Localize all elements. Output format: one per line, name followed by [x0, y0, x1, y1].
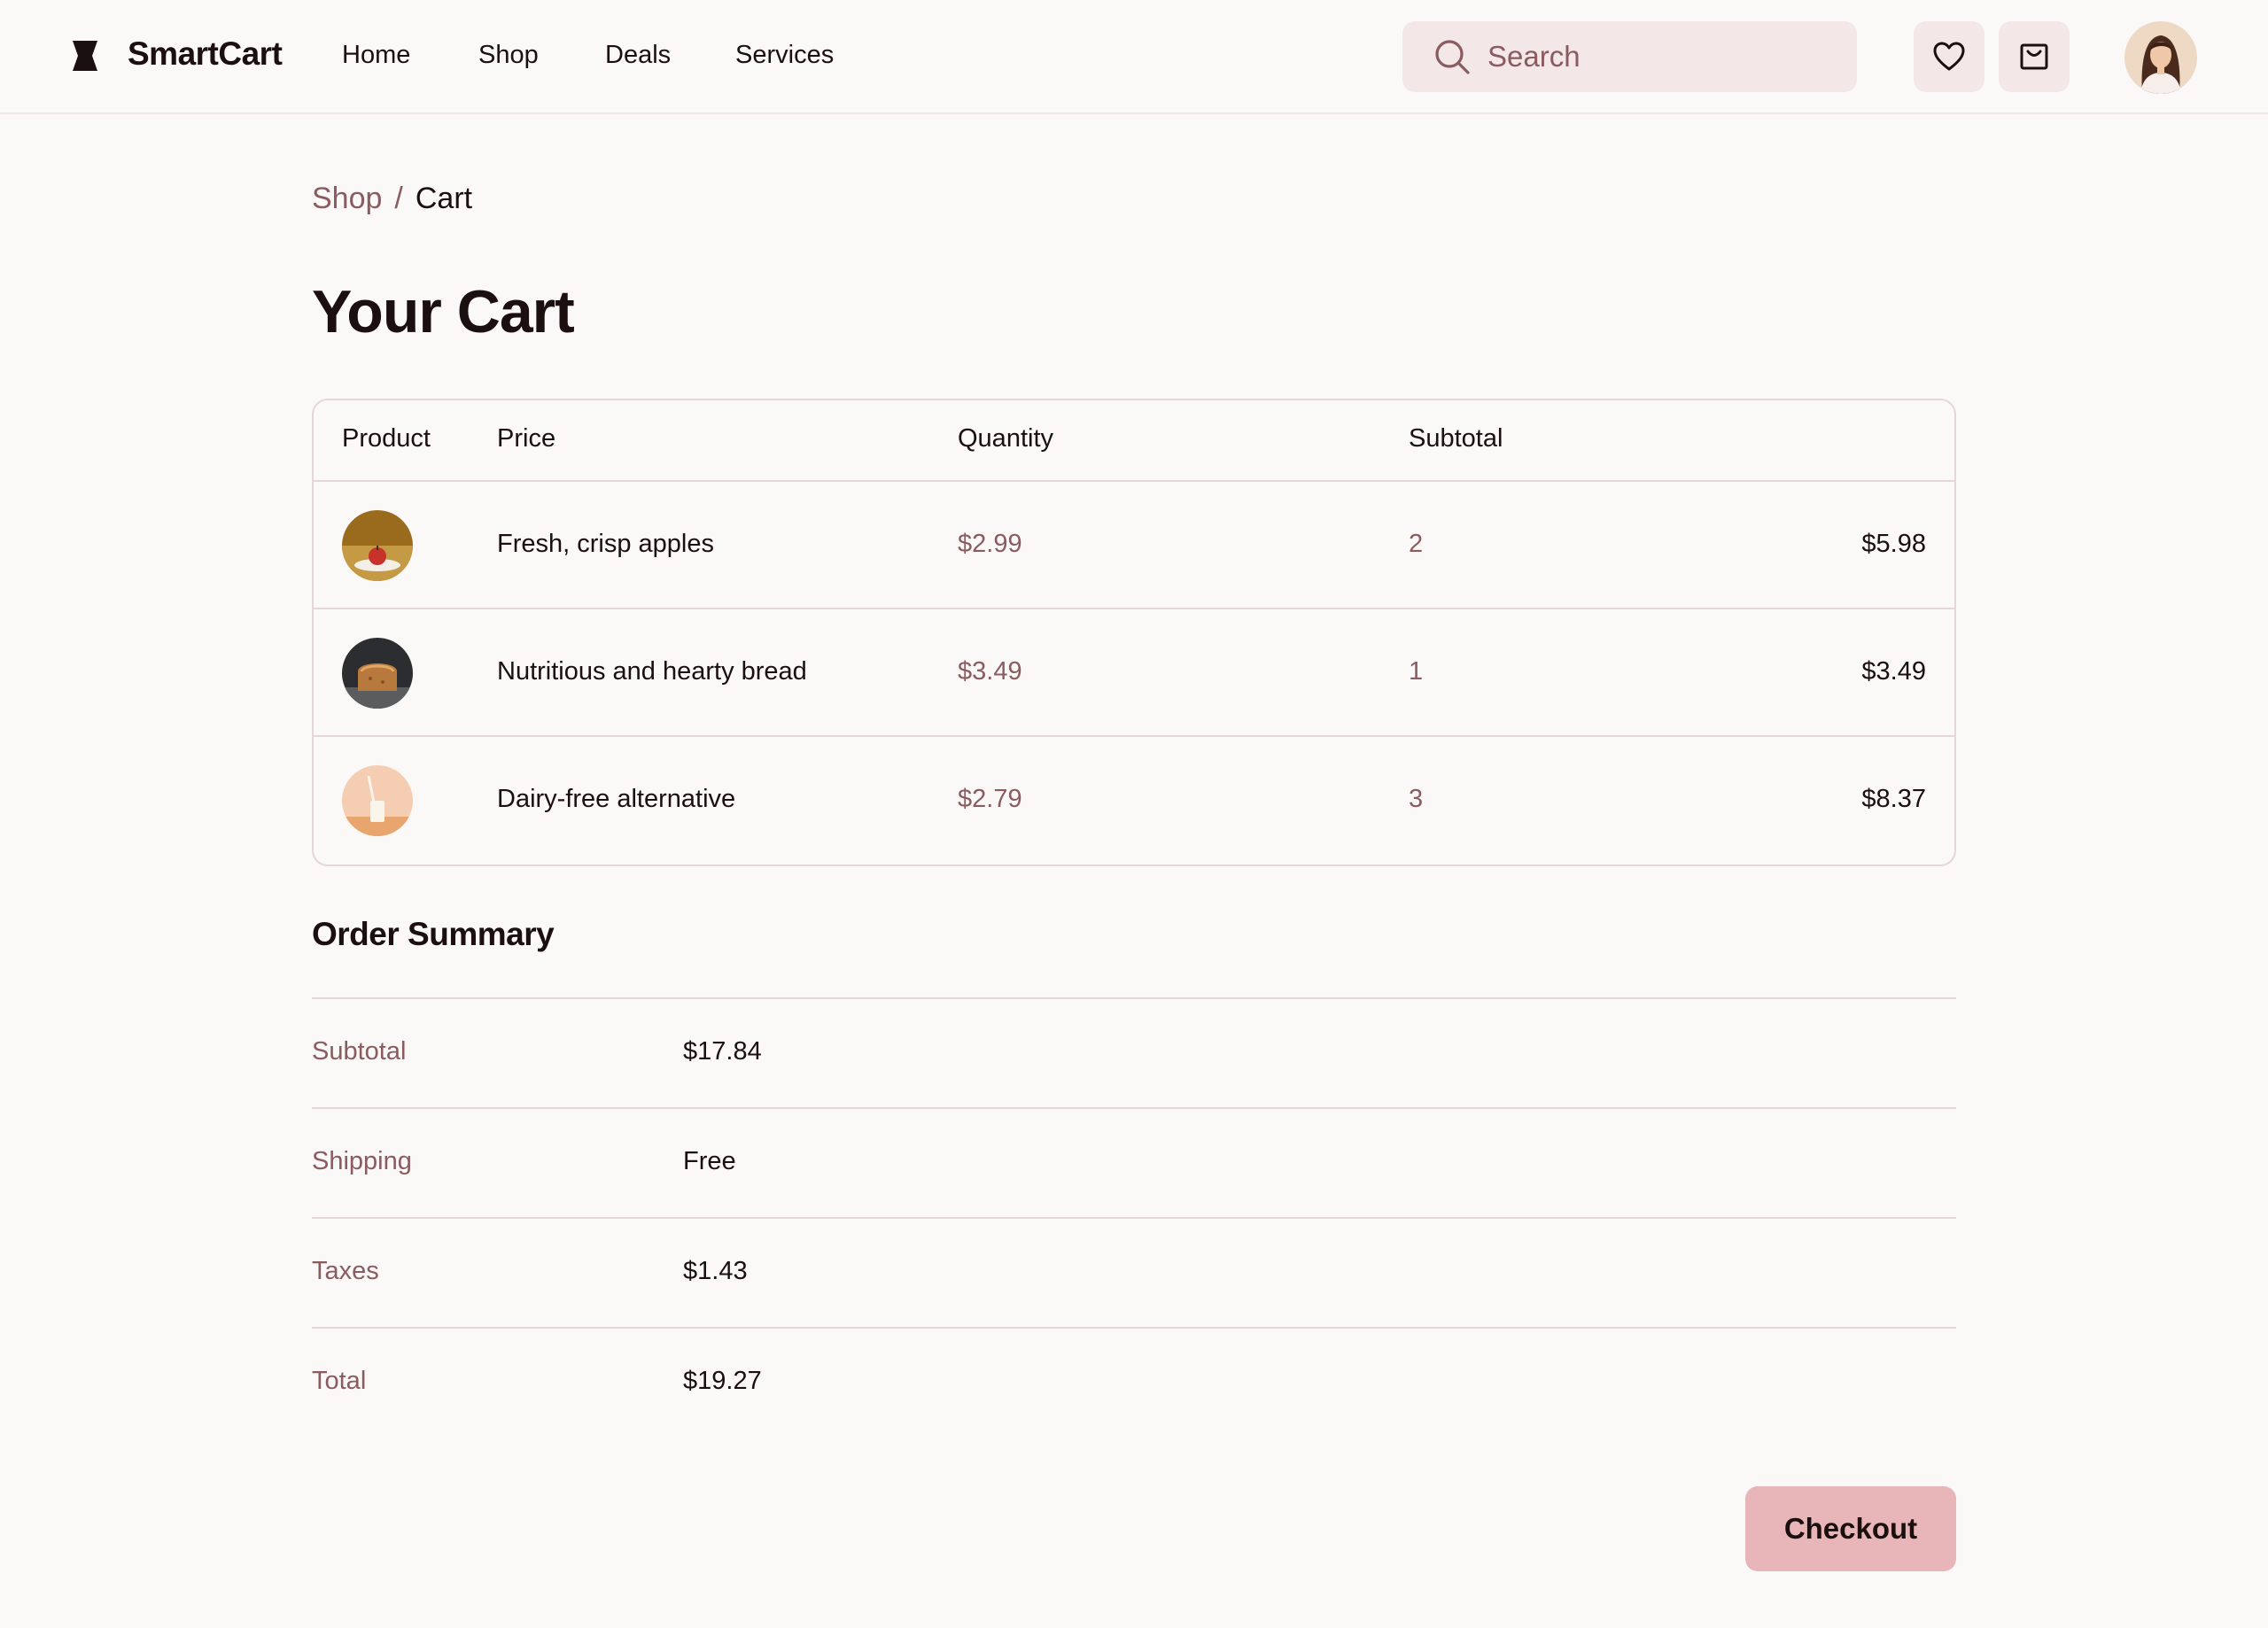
search-icon	[1435, 40, 1470, 74]
summary-value: $19.27	[683, 1367, 762, 1395]
search-input[interactable]	[1487, 21, 1842, 92]
cart-button[interactable]	[1999, 21, 2070, 92]
summary-row-subtotal: Subtotal $17.84	[312, 997, 1956, 1107]
nav-services[interactable]: Services	[735, 41, 834, 70]
order-summary-title: Order Summary	[312, 916, 555, 952]
cart-table: Product Price Quantity Subtotal Fresh, c…	[312, 399, 1956, 866]
breadcrumb-separator: /	[394, 182, 403, 215]
product-price: $3.49	[958, 657, 1022, 686]
column-product: Product	[342, 424, 431, 453]
cart-icon	[2020, 43, 2048, 70]
summary-label: Total	[312, 1367, 367, 1395]
table-header: Product Price Quantity Subtotal	[314, 400, 1954, 482]
search-box[interactable]	[1402, 21, 1857, 92]
product-image-milk	[342, 765, 413, 836]
nav-deals[interactable]: Deals	[605, 41, 671, 70]
product-name: Nutritious and hearty bread	[497, 657, 807, 686]
user-avatar[interactable]	[2124, 21, 2197, 94]
product-subtotal: $3.49	[1861, 657, 1926, 686]
nav-shop[interactable]: Shop	[478, 41, 539, 70]
table-row[interactable]: Fresh, crisp apples $2.99 2 $5.98	[314, 482, 1954, 609]
product-subtotal: $8.37	[1861, 785, 1926, 813]
summary-label: Taxes	[312, 1257, 379, 1285]
summary-row-taxes: Taxes $1.43	[312, 1217, 1956, 1327]
summary-value: $1.43	[683, 1257, 748, 1285]
nav-home[interactable]: Home	[342, 41, 410, 70]
breadcrumb: Shop / Cart	[312, 182, 472, 216]
brand-name: SmartCart	[128, 35, 283, 72]
column-subtotal: Subtotal	[1409, 424, 1503, 453]
summary-label: Shipping	[312, 1147, 412, 1175]
product-price: $2.99	[958, 530, 1022, 558]
product-name: Fresh, crisp apples	[497, 530, 714, 558]
column-price: Price	[497, 424, 556, 453]
product-name: Dairy-free alternative	[497, 785, 736, 813]
top-navigation-bar: SmartCart Home Shop Deals Services	[0, 0, 2268, 114]
product-quantity[interactable]: 3	[1409, 785, 1423, 814]
summary-row-total: Total $19.27	[312, 1327, 1956, 1437]
summary-row-shipping: Shipping Free	[312, 1107, 1956, 1217]
product-image-bread	[342, 638, 413, 709]
checkout-button[interactable]: Checkout	[1745, 1486, 1956, 1571]
summary-value: Free	[683, 1147, 736, 1175]
product-quantity[interactable]: 2	[1409, 530, 1423, 559]
heart-icon	[1933, 42, 1965, 71]
product-image-apples	[342, 510, 413, 581]
breadcrumb-current: Cart	[415, 182, 473, 215]
table-row[interactable]: Dairy-free alternative $2.79 3 $8.37	[314, 737, 1954, 864]
summary-label: Subtotal	[312, 1037, 407, 1066]
table-row[interactable]: Nutritious and hearty bread $3.49 1 $3.4…	[314, 609, 1954, 737]
column-quantity: Quantity	[958, 424, 1053, 453]
product-quantity[interactable]: 1	[1409, 657, 1423, 686]
product-subtotal: $5.98	[1861, 530, 1926, 558]
wishlist-button[interactable]	[1914, 21, 1984, 92]
page-title: Your Cart	[312, 278, 575, 345]
summary-value: $17.84	[683, 1037, 762, 1066]
product-price: $2.79	[958, 785, 1022, 813]
logo-icon	[73, 41, 97, 71]
breadcrumb-shop[interactable]: Shop	[312, 182, 382, 215]
